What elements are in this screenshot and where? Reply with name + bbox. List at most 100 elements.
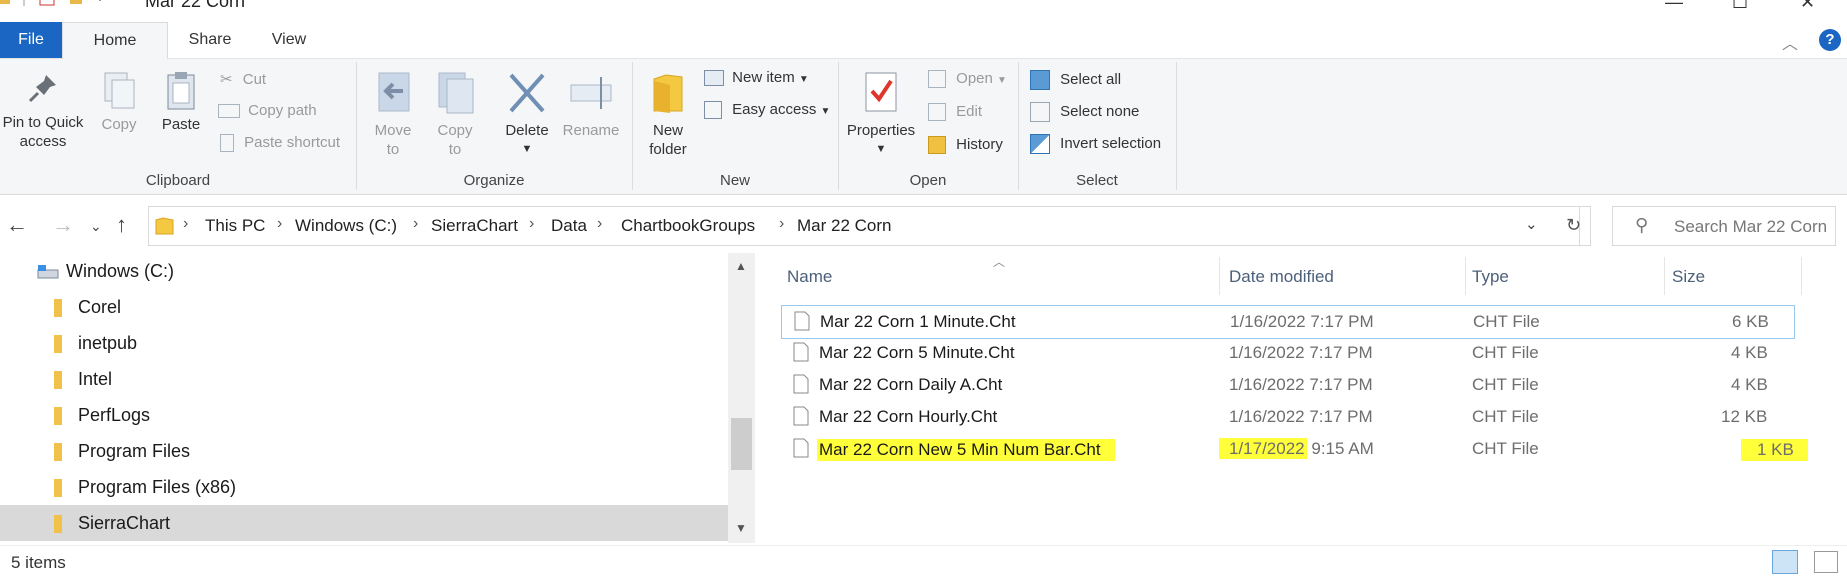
- scroll-down-icon[interactable]: ▼: [735, 521, 747, 535]
- file-row[interactable]: Mar 22 Corn Hourly.Cht 1/16/2022 7:17 PM…: [781, 401, 1793, 433]
- minimize-button[interactable]: —: [1665, 0, 1683, 12]
- tab-share[interactable]: Share: [170, 22, 250, 58]
- history-icon: [928, 136, 946, 155]
- new-folder-button[interactable]: New folder: [644, 71, 692, 159]
- delete-button[interactable]: Delete ▼: [500, 71, 554, 159]
- new-folder-icon: [70, 0, 82, 4]
- address-bar[interactable]: › This PC › Windows (C:) › SierraChart ›…: [148, 206, 1580, 246]
- up-arrow-icon[interactable]: ↑: [116, 212, 127, 238]
- tab-view[interactable]: View: [254, 22, 324, 58]
- file-date-time: 9:15 AM: [1311, 439, 1374, 458]
- back-arrow-icon[interactable]: ←: [6, 212, 28, 238]
- column-separator[interactable]: [1801, 257, 1802, 295]
- file-size: 12 KB: [1721, 407, 1768, 426]
- breadcrumb-mar-22-corn[interactable]: Mar 22 Corn: [797, 216, 891, 236]
- tab-home[interactable]: Home: [62, 22, 168, 59]
- sort-ascending-icon: ︿: [993, 255, 1006, 269]
- file-size: 1 KB: [1741, 439, 1808, 461]
- breadcrumb-chartbookgroups[interactable]: ChartbookGroups: [621, 216, 755, 236]
- tree-item-sierrachart[interactable]: SierraChart: [0, 505, 728, 541]
- folder-icon: [0, 0, 10, 4]
- column-separator[interactable]: [1465, 257, 1466, 295]
- column-header-size[interactable]: Size: [1672, 267, 1705, 287]
- invert-selection-icon: [1030, 134, 1050, 154]
- group-label-select: Select: [1076, 172, 1118, 189]
- column-separator[interactable]: [1219, 257, 1220, 295]
- quick-access-toolbar: [0, 0, 101, 6]
- rename-button[interactable]: Rename: [560, 71, 622, 140]
- forward-arrow-icon[interactable]: →: [52, 212, 74, 238]
- file-icon: [793, 438, 809, 458]
- ribbon-separator: [838, 62, 839, 190]
- move-to-button[interactable]: Move to: [368, 71, 418, 159]
- pin-icon: [28, 75, 56, 103]
- tree-item-perflogs[interactable]: PerfLogs: [0, 397, 728, 433]
- tree-item-intel[interactable]: Intel: [0, 361, 728, 397]
- paste-button[interactable]: Paste: [158, 71, 204, 134]
- help-button[interactable]: ?: [1819, 29, 1841, 51]
- details-view-icon[interactable]: [1772, 550, 1798, 574]
- breadcrumb-separator: ›: [413, 215, 419, 232]
- file-name: Mar 22 Corn 1 Minute.Cht: [820, 312, 1016, 331]
- tree-item-windows-c[interactable]: Windows (C:): [0, 253, 728, 289]
- scroll-up-icon[interactable]: ▲: [735, 259, 747, 273]
- ribbon-tabs: File Home Share View ︿ ?: [0, 22, 1847, 59]
- select-all-icon: [1030, 70, 1050, 90]
- cut-button[interactable]: ✂ Cut: [220, 70, 266, 88]
- breadcrumb-data[interactable]: Data: [551, 216, 587, 236]
- address-history-chevron-icon[interactable]: ⌄: [1525, 215, 1538, 233]
- select-none-icon: [1030, 102, 1050, 122]
- large-icons-view-icon[interactable]: [1814, 551, 1838, 573]
- group-label-clipboard: Clipboard: [145, 172, 211, 189]
- column-separator[interactable]: [1664, 257, 1665, 295]
- delete-x-icon: [509, 73, 545, 113]
- maximize-button[interactable]: ☐: [1732, 0, 1748, 12]
- breadcrumb-this-pc[interactable]: This PC: [205, 216, 265, 236]
- tree-item-program-files-x86[interactable]: Program Files (x86): [0, 469, 728, 505]
- properties-button[interactable]: Properties ▼: [843, 71, 919, 159]
- scrollbar-thumb[interactable]: [731, 418, 752, 470]
- dropdown-arrow-icon: ▼: [820, 106, 831, 117]
- file-row[interactable]: Mar 22 Corn 1 Minute.Cht 1/16/2022 7:17 …: [781, 305, 1795, 339]
- select-all-button[interactable]: Select all: [1030, 70, 1121, 90]
- breadcrumb-sierrachart[interactable]: SierraChart: [431, 216, 518, 236]
- folder-icon: [54, 515, 62, 533]
- collapse-ribbon-icon[interactable]: ︿: [1782, 30, 1798, 54]
- search-input[interactable]: ⚲ Search Mar 22 Corn: [1612, 206, 1836, 246]
- breadcrumb-separator: ›: [597, 215, 603, 232]
- close-button[interactable]: ✕: [1800, 0, 1815, 12]
- column-header-date-modified[interactable]: Date modified: [1229, 267, 1334, 287]
- column-header-type[interactable]: Type: [1472, 267, 1509, 287]
- history-button[interactable]: History: [928, 136, 1003, 155]
- recent-locations-chevron-icon[interactable]: ⌄: [90, 218, 102, 235]
- paste-shortcut-button[interactable]: Paste shortcut: [220, 134, 340, 153]
- new-item-button[interactable]: New item ▼: [704, 69, 809, 87]
- tree-item-corel[interactable]: Corel: [0, 289, 728, 325]
- copy-to-icon: [438, 72, 474, 114]
- breadcrumb-windows-c[interactable]: Windows (C:): [295, 216, 397, 236]
- column-header-name[interactable]: Name: [787, 267, 832, 287]
- select-none-button[interactable]: Select none: [1030, 102, 1139, 122]
- file-type: CHT File: [1472, 375, 1539, 394]
- copy-to-button[interactable]: Copy to: [430, 71, 480, 159]
- file-list: ︿ Name Date modified Type Size Mar 22 Co…: [779, 253, 1847, 543]
- edit-button[interactable]: Edit: [928, 103, 982, 122]
- file-row[interactable]: Mar 22 Corn Daily A.Cht 1/16/2022 7:17 P…: [781, 369, 1793, 401]
- file-date-day: 1/17/2022: [1219, 438, 1307, 459]
- open-button[interactable]: Open ▼: [928, 70, 1007, 89]
- easy-access-button[interactable]: Easy access ▼: [704, 101, 831, 120]
- tree-item-program-files[interactable]: Program Files: [0, 433, 728, 469]
- file-row[interactable]: Mar 22 Corn 5 Minute.Cht 1/16/2022 7:17 …: [781, 337, 1793, 369]
- group-label-new: New: [719, 172, 750, 189]
- copy-button[interactable]: Copy: [96, 71, 142, 134]
- tree-scrollbar[interactable]: ▲ ▼: [728, 253, 755, 543]
- properties-icon: [39, 0, 55, 6]
- file-row[interactable]: Mar 22 Corn New 5 Min Num Bar.Cht 1/17/2…: [781, 433, 1808, 465]
- tree-item-inetpub[interactable]: inetpub: [0, 325, 728, 361]
- invert-selection-button[interactable]: Invert selection: [1030, 134, 1161, 154]
- copy-path-button[interactable]: Copy path: [218, 102, 317, 119]
- refresh-button[interactable]: ↻: [1560, 206, 1591, 246]
- tab-file[interactable]: File: [0, 22, 62, 58]
- pin-to-quick-access-button[interactable]: Pin to Quick access: [0, 71, 86, 151]
- file-date: 1/16/2022 7:17 PM: [1229, 407, 1373, 426]
